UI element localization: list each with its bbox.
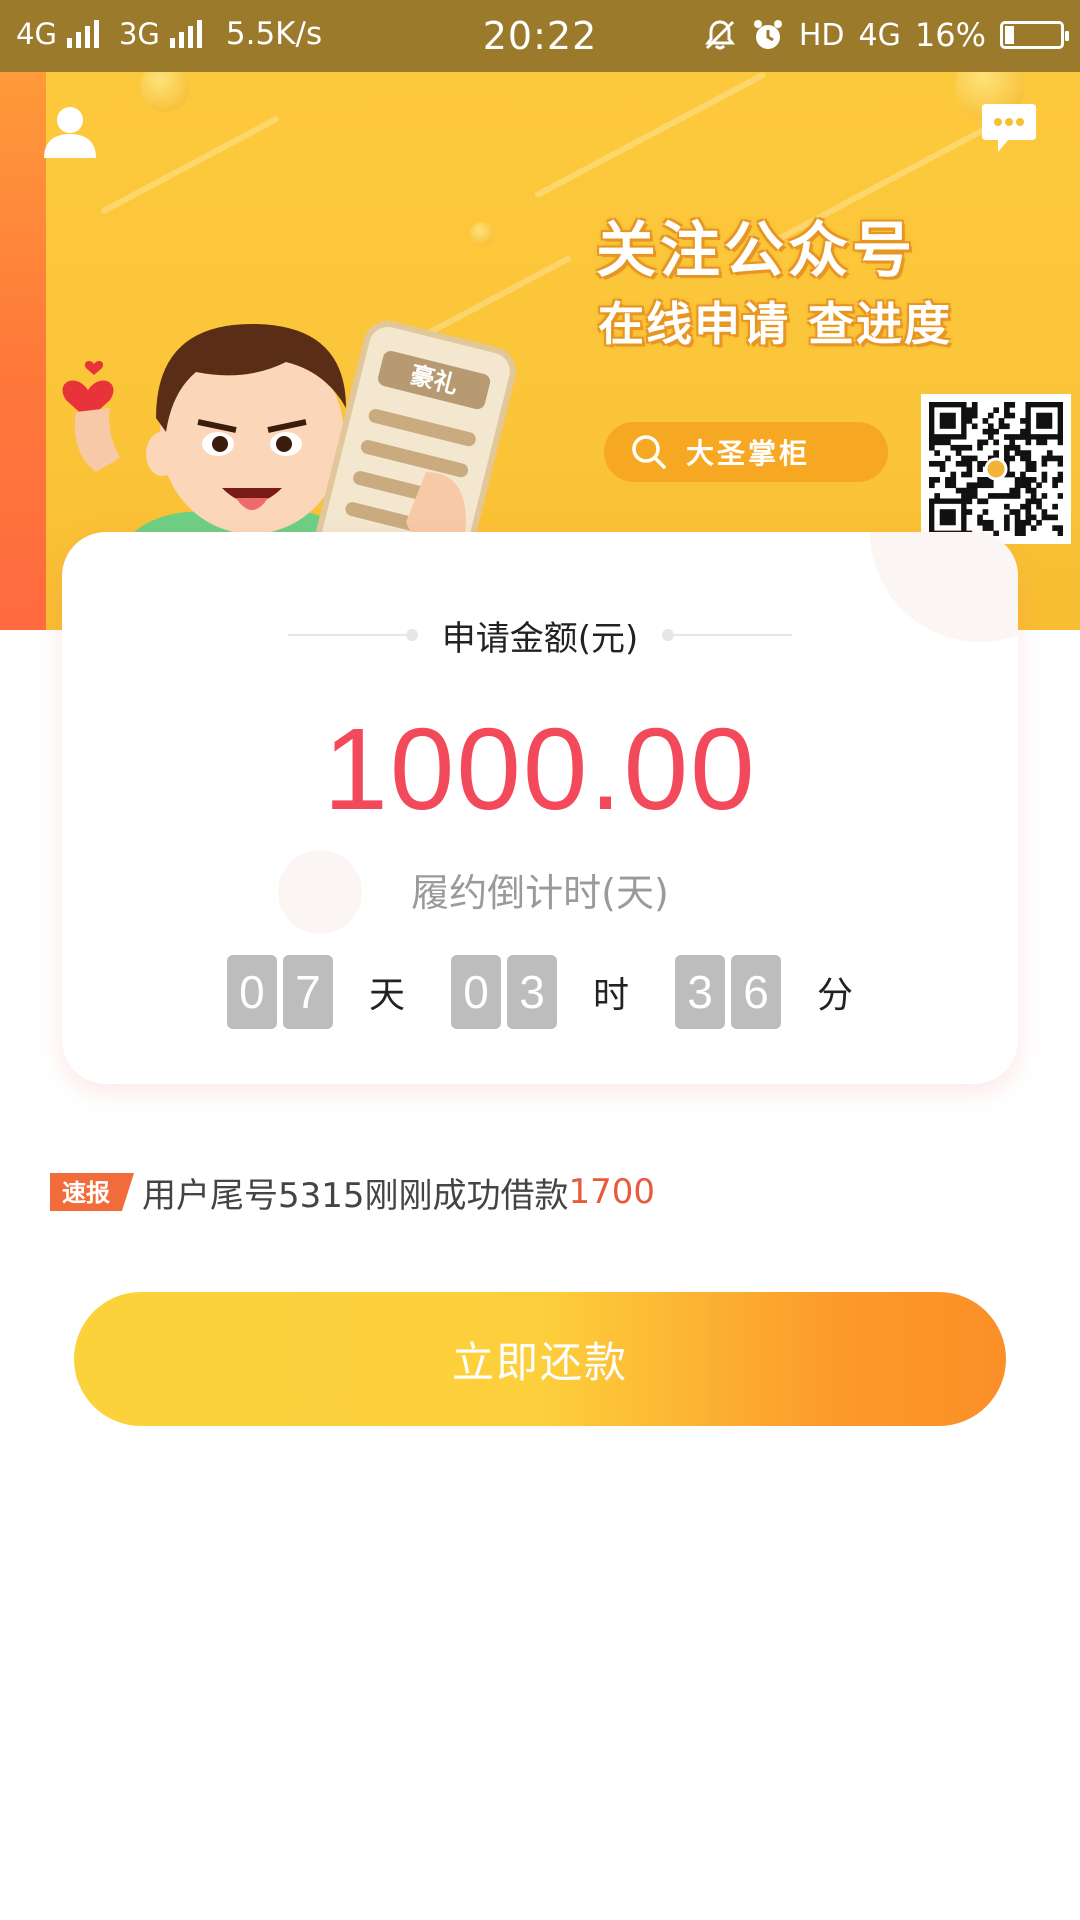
countdown-digit-minutes-tens: 3 bbox=[675, 955, 725, 1029]
qr-code-pattern bbox=[929, 402, 1064, 537]
hd-indicator: HD bbox=[798, 17, 845, 53]
countdown-digit-hours-tens: 0 bbox=[450, 955, 501, 1029]
amount-title-row: 申请金额(元) bbox=[62, 610, 1018, 660]
alarm-icon bbox=[753, 20, 782, 49]
network-type-3: 4G bbox=[858, 17, 901, 53]
countdown-digit-days-tens: 0 bbox=[226, 955, 277, 1029]
countdown-unit-minutes: 分 bbox=[817, 975, 854, 1016]
mute-icon bbox=[704, 20, 735, 50]
coin-decoration bbox=[140, 72, 190, 112]
banner-subheadline: 在线申请 查进度 bbox=[598, 297, 953, 351]
news-badge: 速报 bbox=[50, 1173, 134, 1211]
loan-card: 申请金额(元) 1000.00 履约倒计时(天) 0 7 天 0 3 时 3 6… bbox=[62, 532, 1018, 1084]
banner-decoration bbox=[533, 72, 767, 199]
countdown-digit-minutes-ones: 6 bbox=[731, 955, 781, 1029]
battery-icon: ⚡ bbox=[1000, 21, 1069, 49]
countdown-timer: 0 7 天 0 3 时 3 6 分 bbox=[62, 954, 1018, 1030]
news-ticker-amount: 1700 bbox=[568, 1172, 656, 1212]
user-icon[interactable] bbox=[40, 100, 100, 160]
repay-now-button[interactable]: 立即还款 bbox=[74, 1292, 1006, 1426]
countdown-unit-hours: 时 bbox=[592, 975, 629, 1016]
search-icon bbox=[632, 435, 666, 469]
news-badge-label: 速报 bbox=[62, 1179, 110, 1207]
charging-bolt-icon: ⚡ bbox=[1024, 21, 1040, 45]
banner-decoration bbox=[100, 115, 280, 215]
countdown-title: 履约倒计时(天) bbox=[411, 871, 669, 915]
message-icon[interactable] bbox=[980, 102, 1038, 156]
status-bar: 4G 3G 5.5K/s 20:22 HD 4G 16% ⚡ bbox=[0, 0, 1080, 72]
amount-title: 申请金额(元) bbox=[441, 618, 639, 659]
battery-percent: 16% bbox=[914, 16, 986, 54]
banner-headline: 关注公众号 bbox=[596, 216, 916, 286]
loan-amount: 1000.00 bbox=[323, 704, 757, 834]
divider-right bbox=[662, 629, 793, 641]
wechat-search-pill[interactable]: 大圣掌柜 bbox=[604, 422, 888, 482]
countdown-digit-days-ones: 7 bbox=[282, 955, 333, 1029]
search-pill-label: 大圣掌柜 bbox=[686, 437, 811, 470]
app-screen: 4G 3G 5.5K/s 20:22 HD 4G 16% ⚡ 豪礼 关注公众号 … bbox=[0, 0, 1080, 1920]
news-ticker: 速报 用户尾号5315刚刚成功借款 1700 bbox=[50, 1168, 655, 1216]
countdown-digit-hours-ones: 3 bbox=[506, 955, 557, 1029]
qr-code bbox=[921, 394, 1071, 544]
news-ticker-text: 用户尾号5315刚刚成功借款 bbox=[142, 1175, 569, 1216]
divider-left bbox=[287, 629, 418, 641]
countdown-unit-days: 天 bbox=[368, 975, 405, 1016]
status-bar-right: HD 4G 16% ⚡ bbox=[703, 16, 1069, 54]
